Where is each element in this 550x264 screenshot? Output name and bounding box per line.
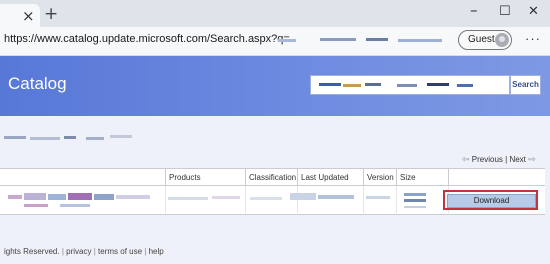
footer-separator: | xyxy=(144,247,147,256)
download-button[interactable]: Download xyxy=(447,194,536,208)
column-header-last-updated[interactable]: Last Updated xyxy=(297,169,363,186)
address-bar[interactable]: https://www.catalog.update.microsoft.com… xyxy=(4,33,290,45)
column-header-version[interactable]: Version xyxy=(363,169,396,186)
terms-of-use-link[interactable]: terms of use xyxy=(98,247,142,256)
catalog-header: Catalog Search xyxy=(0,56,550,116)
column-header-products[interactable]: Products xyxy=(165,169,245,186)
page-footer: ights Reserved. | privacy | terms of use… xyxy=(4,247,164,256)
minimize-icon[interactable]: – xyxy=(470,1,478,19)
next-arrow-icon[interactable]: ⇨ xyxy=(528,154,536,164)
browser-tab-bar: × + – ☐ ✕ xyxy=(0,0,550,27)
more-menu-icon[interactable]: ··· xyxy=(525,31,541,46)
footer-separator: | xyxy=(61,247,64,256)
download-highlight: Download xyxy=(443,190,538,210)
profile-label: Guest xyxy=(468,34,495,45)
search-input[interactable] xyxy=(310,75,510,95)
new-tab-icon[interactable]: + xyxy=(44,6,58,23)
pagination-separator: | xyxy=(505,155,508,164)
column-header-download xyxy=(448,169,545,186)
page-title: Catalog xyxy=(8,74,67,93)
browser-toolbar: https://www.catalog.update.microsoft.com… xyxy=(0,27,550,56)
previous-arrow-icon[interactable]: ⇦ xyxy=(462,154,470,164)
results-table: Products Classification Last Updated Ver… xyxy=(0,168,545,215)
column-header-size[interactable]: Size xyxy=(396,169,448,186)
help-link[interactable]: help xyxy=(149,247,164,256)
column-divider xyxy=(396,186,397,213)
profile-button[interactable]: Guest xyxy=(458,30,512,50)
privacy-link[interactable]: privacy xyxy=(66,247,91,256)
column-divider xyxy=(363,186,364,213)
copyright-text: ights Reserved. xyxy=(4,247,60,256)
pagination: ⇦ Previous | Next ⇨ xyxy=(462,154,536,165)
active-tab[interactable]: × xyxy=(0,4,40,27)
column-divider xyxy=(165,186,166,213)
maximize-icon[interactable]: ☐ xyxy=(499,4,511,19)
footer-separator: | xyxy=(93,247,96,256)
close-window-icon[interactable]: ✕ xyxy=(528,4,539,19)
table-header: Products Classification Last Updated Ver… xyxy=(0,168,545,186)
column-divider xyxy=(245,186,246,213)
previous-link[interactable]: Previous xyxy=(472,155,503,164)
search-button[interactable]: Search xyxy=(510,75,541,95)
tab-close-icon[interactable]: × xyxy=(22,7,35,25)
avatar-icon xyxy=(495,33,509,47)
column-header-classification[interactable]: Classification xyxy=(245,169,297,186)
next-link[interactable]: Next xyxy=(509,155,525,164)
